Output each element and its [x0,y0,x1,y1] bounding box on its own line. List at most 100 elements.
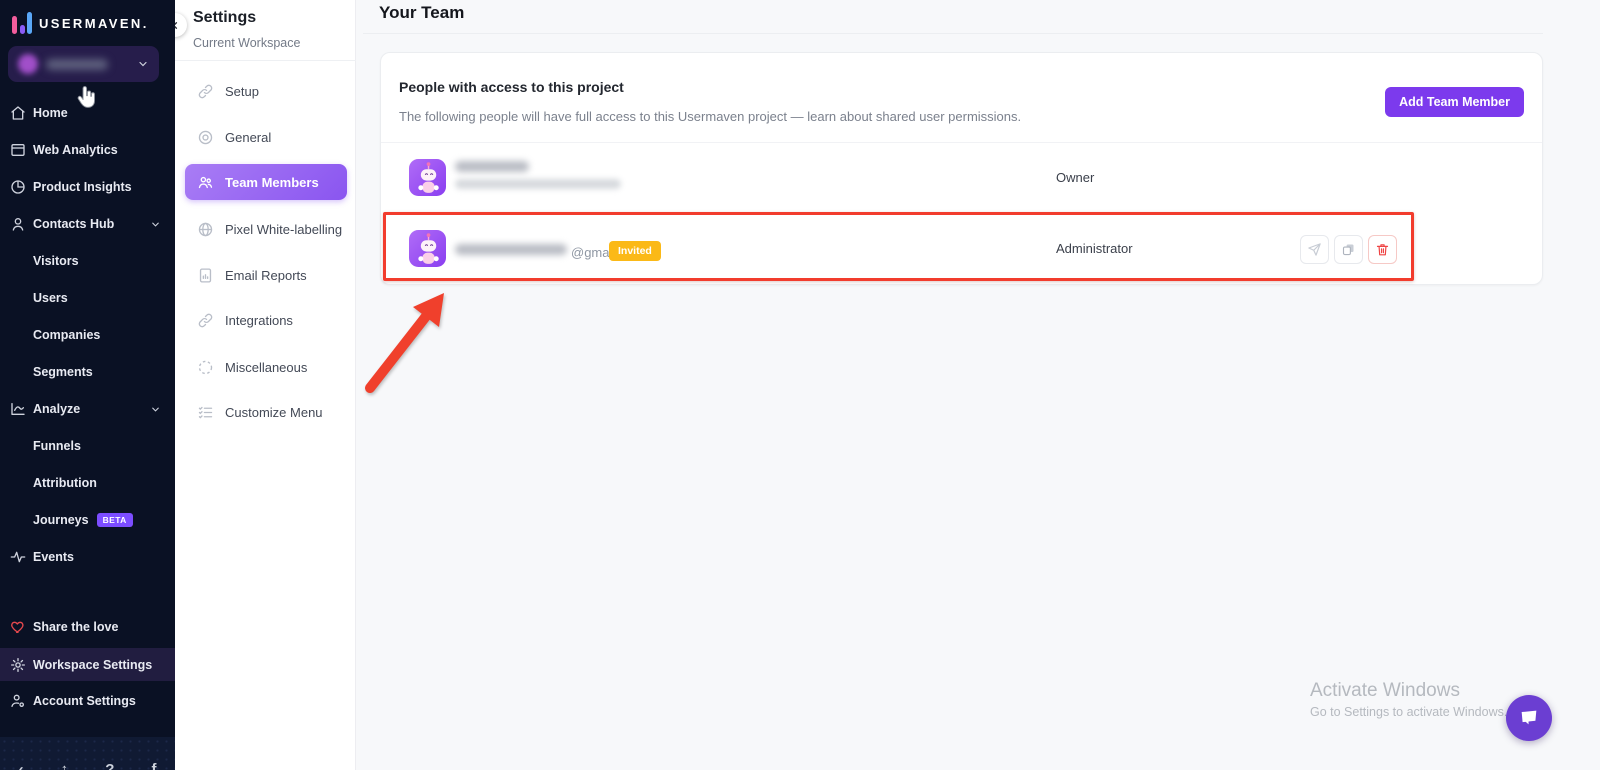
card-heading: People with access to this project [399,79,624,95]
settings-title: Settings [193,9,256,27]
beta-badge: BETA [97,513,133,527]
logo-bars-icon [12,12,32,34]
settings-item-setup[interactable]: Setup [185,73,347,109]
annotation-arrow [352,283,462,403]
sidebar-item-label: Product Insights [33,180,132,194]
settings-item-customize-menu[interactable]: Customize Menu [185,394,347,430]
target-icon [197,129,214,146]
delete-member-button[interactable] [1368,235,1397,264]
settings-item-label: Pixel White-labelling [225,222,342,237]
settings-item-pixel-white-labelling[interactable]: Pixel White-labelling [185,211,347,247]
watermark-line2: Go to Settings to activate Windows. [1310,705,1507,719]
pie-chart-icon [10,179,26,195]
member-email-redacted [455,179,621,189]
sidebar-item-share-the-love[interactable]: Share the love [0,614,175,640]
settings-item-team-members[interactable]: Team Members [185,164,347,200]
sidebar-item-label: Journeys [33,513,89,527]
sidebar-item-workspace-settings[interactable]: Workspace Settings [0,648,175,681]
sidebar-item-contacts-hub[interactable]: Contacts Hub [0,211,175,237]
sidebar-item-label: Attribution [33,476,97,490]
settings-item-miscellaneous[interactable]: Miscellaneous [185,349,347,385]
sidebar-item-label: Share the love [33,620,118,634]
workspace-selector[interactable] [8,46,159,82]
chat-widget-button[interactable] [1506,695,1552,741]
windows-activation-watermark: Activate Windows Go to Settings to activ… [1310,680,1507,719]
member-role: Administrator [1056,241,1133,256]
member-email-redacted-part [455,244,567,255]
sidebar-item-users[interactable]: Users [0,285,175,311]
settings-panel: Settings Current Workspace Setup General… [175,0,356,770]
sidebar-item-label: Contacts Hub [33,217,114,231]
mouse-cursor-hand-icon [74,86,98,117]
member-role: Owner [1056,170,1094,185]
sidebar-item-label: Visitors [33,254,79,268]
sidebar-item-label: Analyze [33,402,80,416]
settings-item-label: Miscellaneous [225,360,307,375]
app-window: USERMAVEN. Home Web Analytics Product In… [0,0,1600,770]
sidebar-item-label: Home [33,106,68,120]
sidebar-bottom-bar: ‹ ↑ ? f [0,737,175,770]
sidebar-item-label: Funnels [33,439,81,453]
settings-item-label: General [225,130,271,145]
chat-bubble-icon [1518,707,1540,729]
heart-icon [10,619,26,635]
settings-item-email-reports[interactable]: Email Reports [185,257,347,293]
settings-item-general[interactable]: General [185,119,347,155]
chevron-left-icon[interactable]: ‹ [19,761,24,770]
settings-item-label: Customize Menu [225,405,323,420]
watermark-line1: Activate Windows [1310,680,1507,702]
team-access-card: People with access to this project The f… [380,52,1543,285]
link-icon [197,83,214,100]
people-icon [197,174,214,191]
workspace-avatar [18,54,38,74]
sidebar-item-companies[interactable]: Companies [0,322,175,348]
sidebar-item-events[interactable]: Events [0,544,175,570]
sidebar: USERMAVEN. Home Web Analytics Product In… [0,0,175,770]
sidebar-item-account-settings[interactable]: Account Settings [0,688,175,714]
paper-plane-icon [1307,242,1322,257]
sidebar-item-funnels[interactable]: Funnels [0,433,175,459]
dashed-circle-icon [197,359,214,376]
sidebar-item-product-insights[interactable]: Product Insights [0,174,175,200]
person-icon [10,216,26,232]
row-actions [1300,235,1397,264]
sidebar-item-label: Events [33,550,74,564]
trash-icon [1375,242,1390,257]
settings-item-label: Email Reports [225,268,307,283]
chart-icon [10,401,26,417]
help-icon[interactable]: ? [105,761,114,770]
sidebar-item-journeys[interactable]: Journeys BETA [0,507,175,533]
resend-invite-button[interactable] [1300,235,1329,264]
sidebar-item-segments[interactable]: Segments [0,359,175,385]
feedback-icon[interactable]: f [151,761,156,770]
member-name-redacted [455,161,529,172]
settings-subtitle: Current Workspace [193,36,300,50]
chevron-down-icon [150,219,161,230]
sidebar-item-visitors[interactable]: Visitors [0,248,175,274]
sidebar-item-label: Workspace Settings [33,658,152,672]
add-team-member-button[interactable]: Add Team Member [1385,87,1524,117]
sidebar-item-label: Web Analytics [33,143,118,157]
settings-item-integrations[interactable]: Integrations [185,302,347,338]
table-row-invited: @gmail.com Invited Administrator [381,214,1542,284]
globe-icon [197,221,214,238]
sidebar-item-analyze[interactable]: Analyze [0,396,175,422]
arrow-up-icon[interactable]: ↑ [61,761,69,770]
sidebar-item-attribution[interactable]: Attribution [0,470,175,496]
browser-icon [10,142,26,158]
sidebar-item-label: Segments [33,365,93,379]
person-gear-icon [10,693,26,709]
table-row-owner: Owner [381,143,1542,213]
settings-item-label: Integrations [225,313,293,328]
chevron-down-icon [150,404,161,415]
checklist-icon [197,404,214,421]
link-icon [197,312,214,329]
copy-invite-link-button[interactable] [1334,235,1363,264]
settings-item-label: Setup [225,84,259,99]
sidebar-item-web-analytics[interactable]: Web Analytics [0,137,175,163]
usermaven-logo: USERMAVEN. [12,12,149,34]
card-description: The following people will have full acce… [399,109,1021,124]
avatar [409,159,446,196]
invited-badge: Invited [609,241,661,261]
divider [363,33,1543,34]
